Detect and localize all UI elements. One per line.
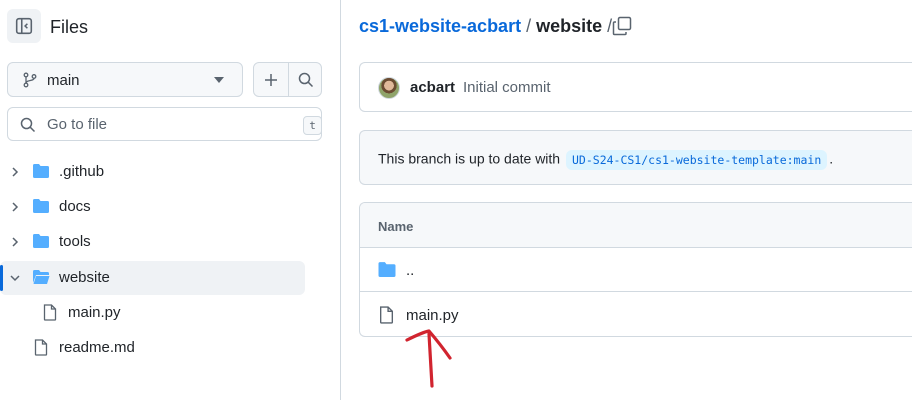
copy-path-button[interactable] bbox=[612, 16, 632, 41]
chevron-right-icon bbox=[12, 202, 19, 212]
triangle-down-icon bbox=[214, 77, 224, 83]
sidebar-collapse-button[interactable] bbox=[7, 9, 41, 43]
chevron-right-icon bbox=[12, 237, 19, 247]
commit-author[interactable]: acbart bbox=[410, 79, 455, 96]
chevron-right-icon bbox=[12, 167, 19, 177]
tree-item-main-py[interactable]: main.py bbox=[0, 296, 305, 330]
git-branch-icon bbox=[23, 72, 37, 88]
plus-icon bbox=[265, 73, 277, 86]
go-to-file-input[interactable]: Go to file t bbox=[7, 107, 322, 141]
copy-icon bbox=[612, 16, 632, 36]
tree-item-tools[interactable]: tools bbox=[0, 225, 305, 259]
branch-selector[interactable]: main bbox=[7, 62, 243, 97]
sidebar-title: Files bbox=[50, 17, 89, 37]
tree-actions bbox=[253, 62, 322, 97]
breadcrumb-current-dir: website bbox=[536, 16, 603, 36]
branch-status-prefix: This branch is up to date with bbox=[378, 150, 561, 167]
directory-file-table: Name .. main.py bbox=[359, 202, 912, 337]
folder-icon bbox=[33, 164, 49, 178]
commit-message[interactable]: Initial commit bbox=[463, 79, 551, 96]
tree-item-github[interactable]: .github bbox=[0, 155, 305, 189]
tree-item-readme[interactable]: readme.md bbox=[0, 331, 305, 365]
branch-status-suffix: . bbox=[829, 150, 834, 167]
file-icon bbox=[43, 304, 57, 321]
search-files-button[interactable] bbox=[289, 63, 322, 96]
go-to-file-placeholder: Go to file bbox=[47, 116, 108, 133]
file-tree-sidebar: Files main Go to file t .github docs too… bbox=[0, 0, 341, 400]
branch-status-box: This branch is up to date with UD-S24-CS… bbox=[359, 130, 912, 185]
tree-item-docs[interactable]: docs bbox=[0, 190, 305, 224]
branch-status-text: This branch is up to date with UD-S24-CS… bbox=[378, 150, 833, 170]
breadcrumb-separator: / bbox=[526, 16, 532, 36]
avatar[interactable] bbox=[378, 77, 400, 99]
table-header: Name bbox=[360, 203, 912, 248]
annotation-arrow-icon bbox=[405, 329, 452, 388]
folder-icon bbox=[33, 234, 49, 248]
folder-icon bbox=[33, 199, 49, 213]
tree-item-label: .github bbox=[59, 163, 105, 180]
latest-commit-box: acbart Initial commit bbox=[359, 62, 912, 112]
tree-item-label: main.py bbox=[68, 304, 121, 321]
table-row-parent-dir[interactable]: .. bbox=[360, 248, 912, 292]
tree-item-label: docs bbox=[59, 198, 91, 215]
name-column-header: Name bbox=[378, 219, 414, 234]
breadcrumb: cs1-website-acbart / website / bbox=[359, 16, 617, 37]
folder-open-icon bbox=[33, 270, 50, 284]
file-icon bbox=[34, 339, 48, 356]
keyboard-shortcut-hint: t bbox=[303, 116, 322, 135]
branch-name: main bbox=[47, 72, 80, 89]
tree-item-label: readme.md bbox=[59, 339, 135, 356]
table-row-label: .. bbox=[406, 262, 415, 279]
folder-icon bbox=[378, 262, 396, 277]
sidebar-collapse-icon bbox=[15, 17, 33, 35]
selection-indicator bbox=[0, 265, 3, 291]
tree-item-label: tools bbox=[59, 233, 91, 250]
table-row-label[interactable]: main.py bbox=[406, 307, 459, 324]
search-icon bbox=[20, 117, 36, 133]
tree-item-website[interactable]: website bbox=[0, 261, 305, 295]
add-file-button[interactable] bbox=[254, 63, 288, 96]
search-icon bbox=[298, 72, 313, 87]
upstream-branch-ref[interactable]: UD-S24-CS1/cs1-website-template:main bbox=[566, 150, 828, 170]
breadcrumb-repo-link[interactable]: cs1-website-acbart bbox=[359, 16, 521, 37]
chevron-down-icon bbox=[10, 275, 20, 282]
file-icon bbox=[379, 306, 394, 324]
tree-item-label: website bbox=[59, 269, 110, 286]
